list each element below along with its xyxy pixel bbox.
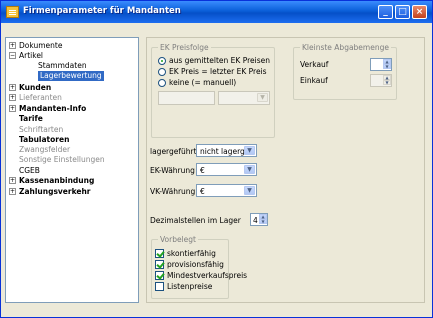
group-title: Vorbelegt [158, 235, 198, 244]
radio-button[interactable] [158, 57, 166, 65]
tree-item-label: Tarife [19, 114, 43, 123]
einkauf-label: Einkauf [300, 76, 328, 85]
radio-button[interactable] [158, 79, 166, 87]
close-button[interactable]: × [412, 5, 427, 19]
vorbelegt-group: Vorbelegt skontierfähig provisionsfähig … [151, 235, 247, 299]
group-title: EK Preisfolge [158, 43, 211, 52]
tree-item-label: Dokumente [19, 41, 63, 50]
tree-item-label: CGEB [19, 166, 40, 175]
tree-item-label: Zwangsfelder [19, 145, 71, 154]
tree-expander[interactable]: + [9, 42, 16, 49]
checkbox-label: provisionsfähig [167, 260, 224, 269]
tree-item-label: Kassenanbindung [19, 176, 95, 185]
spin-down-icon[interactable]: ▼ [259, 219, 267, 224]
tree-item-label: Kunden [19, 83, 52, 92]
tree-expander[interactable]: + [9, 188, 16, 195]
tree-item-label: Mandanten-Info [19, 104, 87, 113]
radio-button[interactable] [158, 68, 166, 76]
vk-waehrung-label: VK-Währung [150, 187, 196, 196]
tree-expander[interactable]: + [9, 177, 16, 184]
window-app-icon [6, 6, 19, 18]
checkbox[interactable] [155, 282, 164, 291]
spin-buttons[interactable]: ▲ ▼ [259, 214, 267, 225]
tree-item-label: Stammdaten [38, 61, 87, 70]
tree-item-label: Lieferanten [19, 93, 62, 102]
checkbox[interactable] [155, 249, 164, 258]
chevron-down-icon[interactable]: ▼ [244, 146, 255, 155]
tree-expander[interactable]: + [9, 84, 16, 91]
checkbox-label: Mindestverkaufspreis [167, 271, 248, 280]
title-bar[interactable]: Firmenparameter für Mandanten _ □ × [1, 1, 432, 23]
verkauf-label: Verkauf [300, 60, 329, 69]
ek-waehrung-label: EK-Währung [150, 166, 195, 175]
spin-down-icon[interactable]: ▼ [383, 80, 391, 85]
tree-item-label: Tabulatoren [19, 135, 70, 144]
checkbox[interactable] [155, 271, 164, 280]
tree-expander[interactable]: − [9, 52, 16, 59]
tree-expander[interactable]: + [9, 94, 16, 101]
spin-buttons[interactable]: ▲ ▼ [383, 59, 391, 70]
app-window: Firmenparameter für Mandanten _ □ × + Do… [0, 0, 433, 318]
radio-label: EK Preis = letzter EK Preis [169, 67, 267, 76]
settings-panel: EK Preisfolge aus gemittelten EK Preisen… [146, 37, 425, 303]
checkbox-label: skontierfähig [167, 249, 216, 258]
manual-ek-field[interactable] [158, 91, 215, 105]
chevron-down-icon[interactable]: ▼ [257, 93, 268, 102]
manual-ek-combo[interactable]: ▼ [218, 91, 270, 105]
settings-tree[interactable]: + Dokumente − Artikel Stammdaten Lagerbe… [5, 37, 139, 303]
chevron-down-icon[interactable]: ▼ [244, 165, 255, 174]
minimize-button[interactable]: _ [378, 5, 393, 19]
tree-item-label: Zahlungsverkehr [19, 187, 91, 196]
dezimalstellen-spinner[interactable]: 4 ▲ ▼ [250, 213, 268, 226]
spin-buttons[interactable]: ▲ ▼ [383, 75, 391, 86]
tree-item-label: Lagerbewertung [38, 71, 104, 81]
checkbox[interactable] [155, 260, 164, 269]
tree-item-label: Sonstige Einstellungen [19, 155, 105, 164]
window-bottom-edge [1, 308, 432, 317]
dezimalstellen-label: Dezimalstellen im Lager [150, 216, 241, 225]
radio-label: aus gemittelten EK Preisen [169, 56, 271, 65]
ek-waehrung-select[interactable]: € ▼ [196, 163, 257, 176]
lagergefuehrt-label: lagergeführt [150, 147, 197, 156]
group-title: Kleinste Abgabemenge [300, 43, 391, 52]
einkauf-spinner[interactable]: ▲ ▼ [370, 74, 392, 87]
dezimalstellen-value: 4 [253, 216, 258, 225]
spin-down-icon[interactable]: ▼ [383, 64, 391, 69]
ek-preisfolge-group: EK Preisfolge aus gemittelten EK Preisen… [151, 43, 275, 138]
maximize-button[interactable]: □ [395, 5, 410, 19]
tree-item-label: Artikel [19, 51, 44, 60]
ek-waehrung-value: € [200, 166, 205, 175]
verkauf-spinner[interactable]: ▲ ▼ [370, 58, 392, 71]
chevron-down-icon[interactable]: ▼ [244, 186, 255, 195]
kleinste-abgabemenge-group: Kleinste Abgabemenge Verkauf ▲ ▼ Einkauf… [293, 43, 397, 100]
checkbox-label: Listenpreise [167, 282, 213, 291]
lagergefuehrt-select[interactable]: nicht lagergef ▼ [196, 144, 257, 157]
tree-expander[interactable]: + [9, 105, 16, 112]
vk-waehrung-select[interactable]: € ▼ [196, 184, 257, 197]
vk-waehrung-value: € [200, 187, 205, 196]
radio-label: keine (= manuell) [169, 78, 237, 87]
window-title: Firmenparameter für Mandanten [23, 6, 181, 16]
tree-item-label: Schriftarten [19, 125, 64, 134]
